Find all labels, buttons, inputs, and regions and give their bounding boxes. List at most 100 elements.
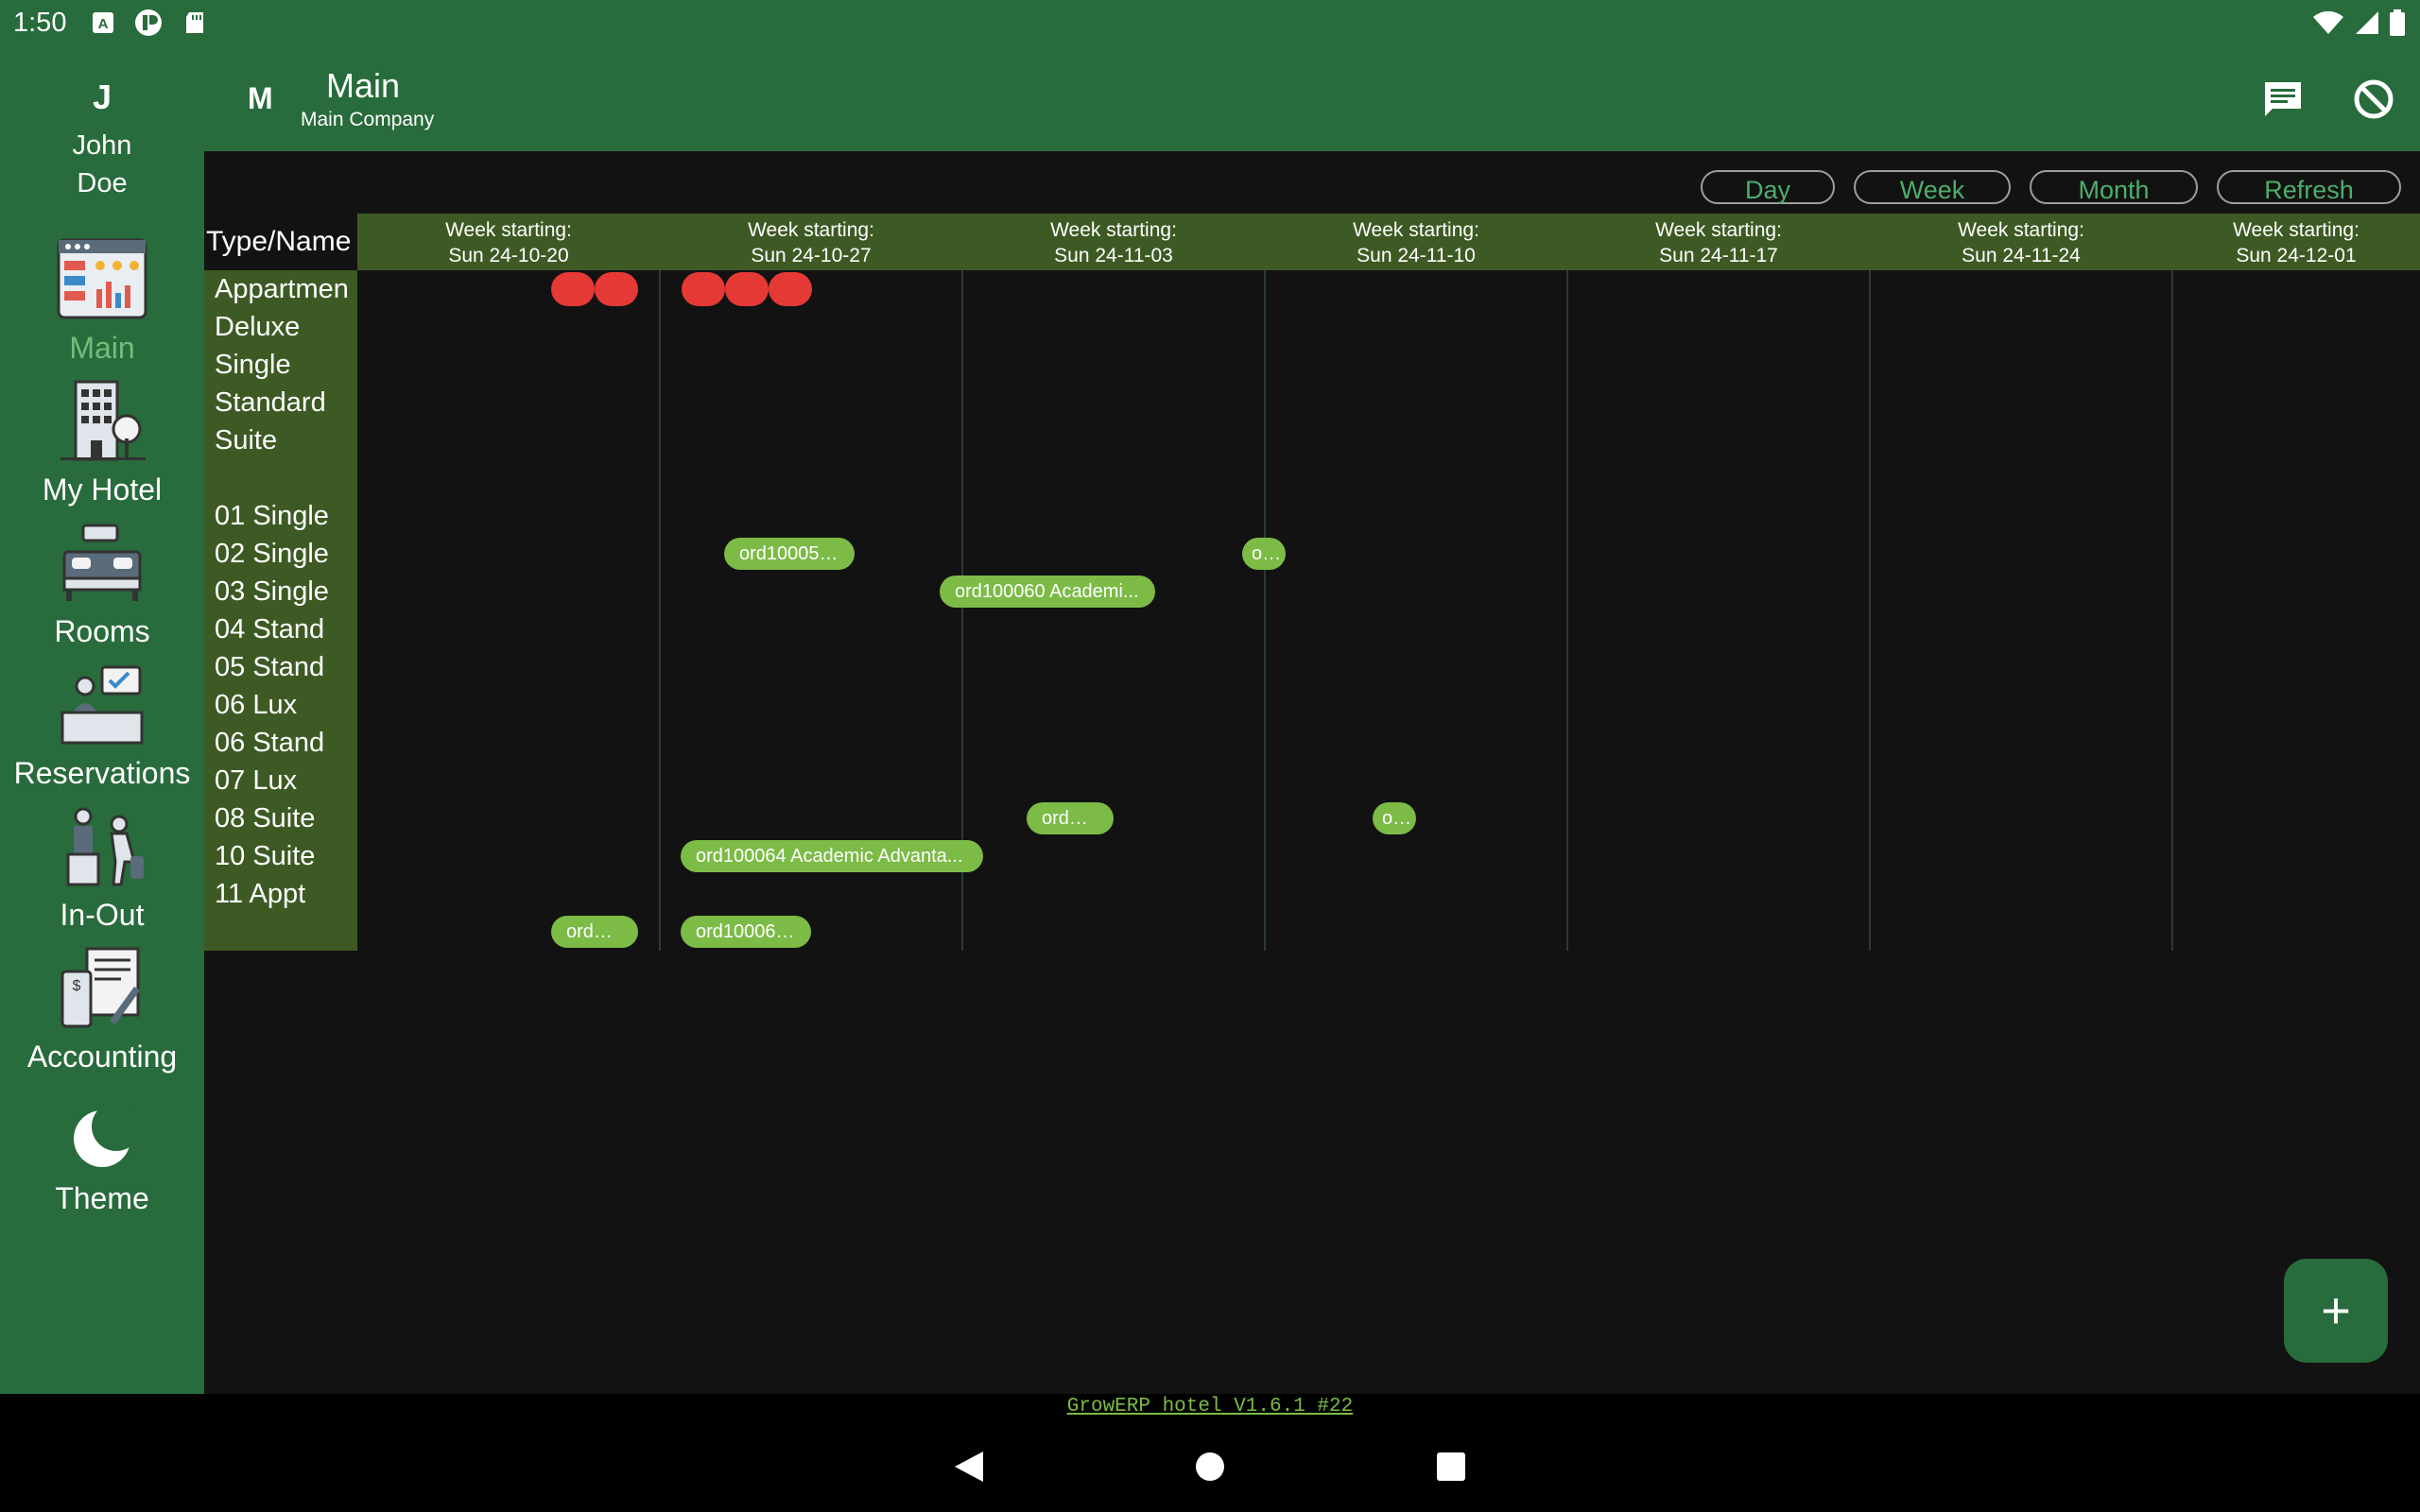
week-header-date: Sun 24-12-01 [2236,245,2357,266]
chat-icon[interactable] [2259,76,2307,123]
week-divider [1264,270,1266,951]
app-bar: 1:50 A M Main Main Company [0,0,2420,151]
room-row: 07 Lux [215,765,298,796]
week-header-date: Sun 24-11-03 [1054,245,1173,266]
plus-icon: + [2321,1282,2351,1339]
checkin-checkout-icon [66,807,144,886]
sd-card-icon [186,12,203,33]
home-icon[interactable] [1186,1443,1234,1490]
week-header: Week starting: Sun 24-11-03 [962,214,1265,270]
week-header: Week starting: Sun 24-10-27 [660,214,962,270]
room-row: 05 Stand [215,652,325,682]
week-header: Week starting: Sun 24-11-24 [1870,214,2172,270]
type-name-header: Type/Name [204,214,359,270]
week-header-label: Week starting: [445,219,572,241]
week-header-date: Sun 24-10-27 [751,245,872,266]
week-divider [2171,270,2173,951]
svg-text:$: $ [73,978,81,994]
room-row: 06 Stand [215,728,325,758]
week-header-label: Week starting: [1050,219,1177,241]
nav-item-accounting[interactable]: $ Accounting [0,945,204,1074]
room-type-row: Suite [215,425,278,455]
bed-icon [62,524,142,601]
week-header: Week starting: Sun 24-11-17 [1567,214,1870,270]
week-header: Week starting: Sun 24-10-20 [357,214,660,270]
day-view-button[interactable]: Day [1701,170,1835,204]
room-type-row: Deluxe [215,312,301,342]
week-view-button[interactable]: Week [1854,170,2011,204]
occupancy-marker[interactable] [682,272,725,306]
reservation-chip[interactable]: o... [1373,802,1416,834]
occupancy-marker[interactable] [595,272,638,306]
wifi-icon [2313,10,2343,35]
week-header-date: Sun 24-10-20 [448,245,569,266]
refresh-button[interactable]: Refresh [2217,170,2401,204]
nav-item-in-out[interactable]: In-Out [0,803,204,933]
room-row: 10 Suite [215,841,316,871]
month-view-button[interactable]: Month [2030,170,2198,204]
reception-desk-icon [60,665,144,745]
reservation-chip[interactable]: ord10... [1027,802,1114,834]
user-avatar[interactable]: J [0,77,204,117]
room-row: 11 Appt [215,879,306,909]
block-icon[interactable] [2350,76,2397,123]
reservation-chip[interactable]: ord100064 Academic Advanta... [681,840,983,872]
room-name-column: Appartmen Deluxe Single Standard Suite 0… [204,270,357,951]
reservation-chip[interactable]: o... [1242,538,1286,570]
status-bar: 1:50 A [0,0,2420,47]
nav-item-main[interactable]: Main [0,236,204,366]
navigation-rail: J John Doe Main My Hotel Rooms Reservati… [0,47,204,1394]
reservation-chip[interactable]: ord100059 ... [724,538,855,570]
week-header-label: Week starting: [1353,219,1479,241]
week-header-date: Sun 24-11-10 [1357,245,1476,266]
status-right-icons [2312,9,2405,36]
nav-item-rooms[interactable]: Rooms [0,520,204,649]
week-divider [659,270,661,951]
room-row: 01 Single [215,501,329,531]
occupancy-marker[interactable] [725,272,769,306]
room-type-row: Standard [215,387,326,418]
moon-icon [74,1106,135,1167]
reservation-planner: Type/Name Week starting: Sun 24-10-20 Wee… [204,214,2420,951]
occupancy-marker[interactable] [551,272,595,306]
nav-item-my-hotel[interactable]: My Hotel [0,378,204,507]
week-divider [1566,270,1568,951]
nav-item-reservations[interactable]: Reservations [0,662,204,791]
week-header-date: Sun 24-11-17 [1659,245,1778,266]
dashboard-icon [57,238,147,319]
reservation-chip[interactable]: ord10... [551,916,638,948]
nav-label-my-hotel: My Hotel [42,472,163,507]
hotel-building-icon [60,380,146,461]
svg-text:A: A [98,16,109,32]
nav-label-rooms: Rooms [54,614,150,648]
room-row: 03 Single [215,576,329,607]
system-navigation-bar [0,1422,2420,1512]
nav-label-main: Main [69,331,135,365]
recents-icon[interactable] [1427,1443,1475,1490]
week-header-label: Week starting: [1655,219,1782,241]
week-header: Week starting: Sun 24-12-01 [2172,214,2420,270]
battery-icon [2390,9,2405,36]
week-divider [1869,270,1871,951]
invoice-icon: $ [60,947,140,1028]
company-avatar[interactable]: M [248,81,273,116]
user-name[interactable]: John Doe [0,127,204,202]
reservation-chip[interactable]: ord100066 ... [681,916,811,948]
room-row: 06 Lux [215,690,298,720]
week-header-row: Week starting: Sun 24-10-20 Week starting… [357,214,2420,270]
week-header-label: Week starting: [2233,219,2360,241]
cell-signal-icon [2356,11,2378,34]
week-header-label: Week starting: [748,219,874,241]
week-header-label: Week starting: [1958,219,2084,241]
page-title: Main [326,66,401,105]
nav-item-theme[interactable]: Theme [0,1106,204,1216]
version-link[interactable]: GrowERP hotel V1.6.1 #22 [0,1396,2420,1418]
back-icon[interactable] [945,1443,993,1490]
reservation-chip[interactable]: ord100060 Academi... [940,576,1155,608]
room-type-row: Appartmen [215,274,349,304]
week-header: Week starting: Sun 24-11-10 [1265,214,1567,270]
occupancy-marker[interactable] [769,272,812,306]
room-row: 04 Stand [215,614,325,644]
add-reservation-button[interactable]: + [2284,1259,2388,1363]
nav-label-reservations: Reservations [13,756,191,790]
